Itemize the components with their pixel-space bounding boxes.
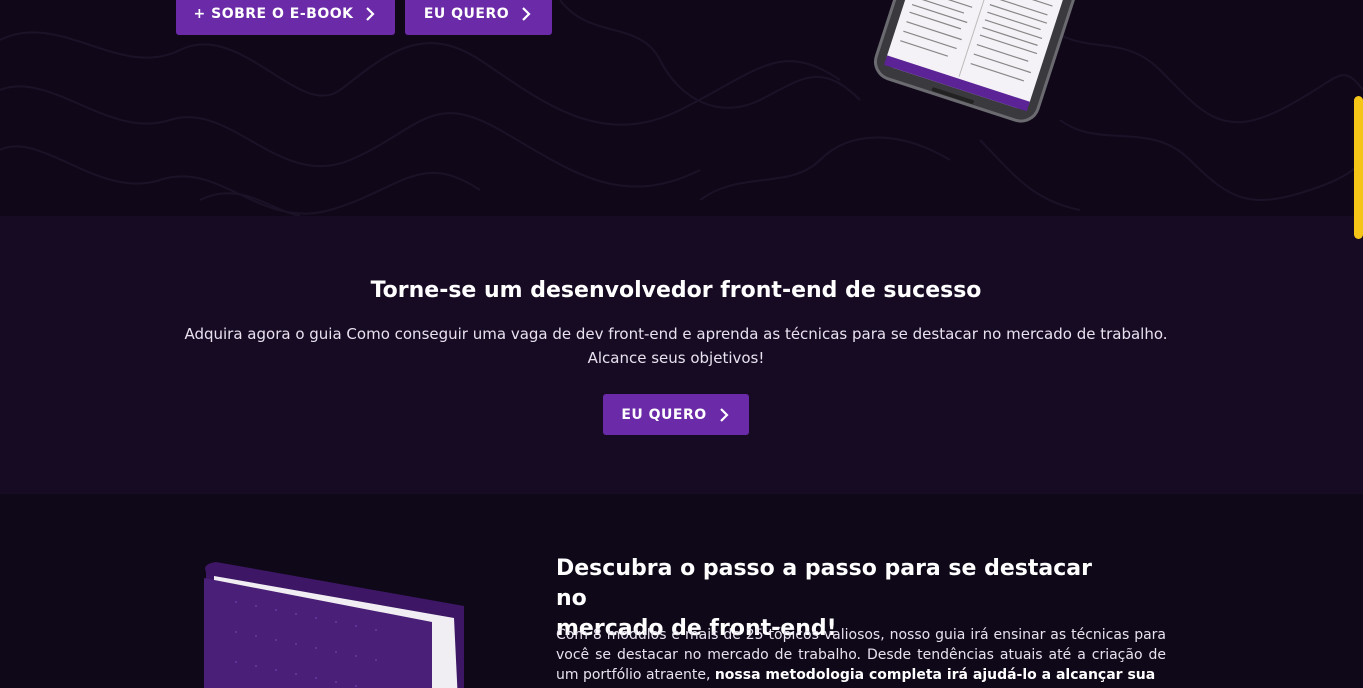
hero-section: + SOBRE O E-BOOK EU QUERO bbox=[0, 0, 1363, 216]
chevron-right-icon bbox=[719, 407, 729, 422]
scrollbar-thumb[interactable] bbox=[1354, 96, 1363, 239]
chevron-right-icon bbox=[522, 6, 531, 21]
phone-mockup-image bbox=[842, 0, 1082, 130]
cta-description: Adquira agora o guia Como conseguir uma … bbox=[176, 322, 1176, 370]
buy-now-button[interactable]: EU QUERO bbox=[405, 0, 552, 35]
about-ebook-button[interactable]: + SOBRE O E-BOOK bbox=[176, 0, 395, 35]
ebook-cover-image bbox=[196, 562, 476, 688]
cta-buy-button[interactable]: EU QUERO bbox=[603, 394, 749, 435]
buy-now-label: EU QUERO bbox=[423, 5, 510, 22]
cta-buy-label: EU QUERO bbox=[621, 406, 707, 423]
features-title-line-1: Descubra o passo a passo para se destaca… bbox=[556, 556, 1092, 611]
about-ebook-label: + SOBRE O E-BOOK bbox=[193, 5, 354, 22]
features-text-bold: nossa metodologia completa irá ajudá-lo … bbox=[714, 667, 1156, 683]
cta-line-1: Adquira agora o guia Como conseguir uma … bbox=[184, 325, 1168, 343]
cta-section: Torne-se um desenvolvedor front-end de s… bbox=[0, 216, 1363, 494]
chevron-right-icon bbox=[366, 6, 376, 21]
cta-line-2: Alcance seus objetivos! bbox=[587, 349, 765, 367]
features-description: Com 8 módulos e mais de 25 tópicos valio… bbox=[556, 625, 1166, 685]
features-section: Descubra o passo a passo para se destaca… bbox=[0, 494, 1363, 688]
cta-title: Torne-se um desenvolvedor front-end de s… bbox=[370, 278, 982, 303]
